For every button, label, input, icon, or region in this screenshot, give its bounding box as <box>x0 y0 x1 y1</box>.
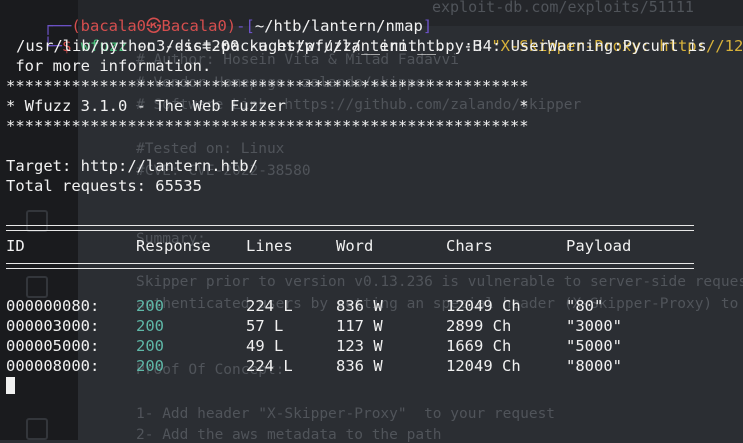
prompt-line: ┌──(bacala0㉿Bacala0)-[~/htb/lantern/nmap… <box>6 0 432 35</box>
header-chars: Chars <box>446 237 493 255</box>
header-payload: Payload <box>566 237 632 255</box>
table-row-chars: 12049 Ch <box>446 357 521 375</box>
table-row-payload: "5000" <box>566 337 622 355</box>
banner-stars: ****************************************… <box>6 117 529 135</box>
header-id: ID <box>6 237 25 255</box>
table-row-lines: 49 L <box>246 337 284 355</box>
table-separator <box>6 263 694 269</box>
table-row-word: 123 W <box>336 337 383 355</box>
table-row-chars: 2899 Ch <box>446 317 512 335</box>
table-row-chars: 12049 Ch <box>446 297 521 315</box>
table-row-word: 836 W <box>336 297 383 315</box>
table-row-payload: "3000" <box>566 317 622 335</box>
warning-line: for more information. <box>6 57 212 75</box>
header-word: Word <box>336 237 374 255</box>
banner-title: * Wfuzz 3.1.0 - The Web Fuzzer * <box>6 97 529 115</box>
table-row-response: 200 <box>136 337 164 355</box>
warning-line: /usr/lib/python3/dist-packages/wfuzz/__i… <box>16 37 707 55</box>
header-response: Response <box>136 237 211 255</box>
table-row-response: 200 <box>136 357 164 375</box>
table-row-lines: 57 L <box>246 317 284 335</box>
target-line: Target: http://lantern.htb/ <box>6 157 258 175</box>
table-row-chars: 1669 Ch <box>446 337 512 355</box>
table-row-response: 200 <box>136 317 164 335</box>
table-row-id: 000003000: <box>6 317 100 335</box>
table-row-payload: "8000" <box>566 357 622 375</box>
banner-stars: ****************************************… <box>6 77 529 95</box>
table-row-id: 000005000: <box>6 337 100 355</box>
table-separator <box>6 225 694 231</box>
terminal-window[interactable]: ┌──(bacala0㉿Bacala0)-[~/htb/lantern/nmap… <box>0 0 743 440</box>
table-row-word: 117 W <box>336 317 383 335</box>
table-row-lines: 224 L <box>246 357 293 375</box>
table-row-id: 000008000: <box>6 357 100 375</box>
header-lines: Lines <box>246 237 293 255</box>
command-line[interactable]: └─$ wfuzz -c --sc=200 -u http://lantern.… <box>6 16 743 55</box>
terminal-cursor[interactable] <box>6 377 15 394</box>
table-row-word: 836 W <box>336 357 383 375</box>
table-row-lines: 224 L <box>246 297 293 315</box>
table-row-response: 200 <box>136 297 164 315</box>
table-row-payload: "80" <box>566 297 604 315</box>
total-requests-line: Total requests: 65535 <box>6 177 202 195</box>
table-row-id: 000000080: <box>6 297 100 315</box>
